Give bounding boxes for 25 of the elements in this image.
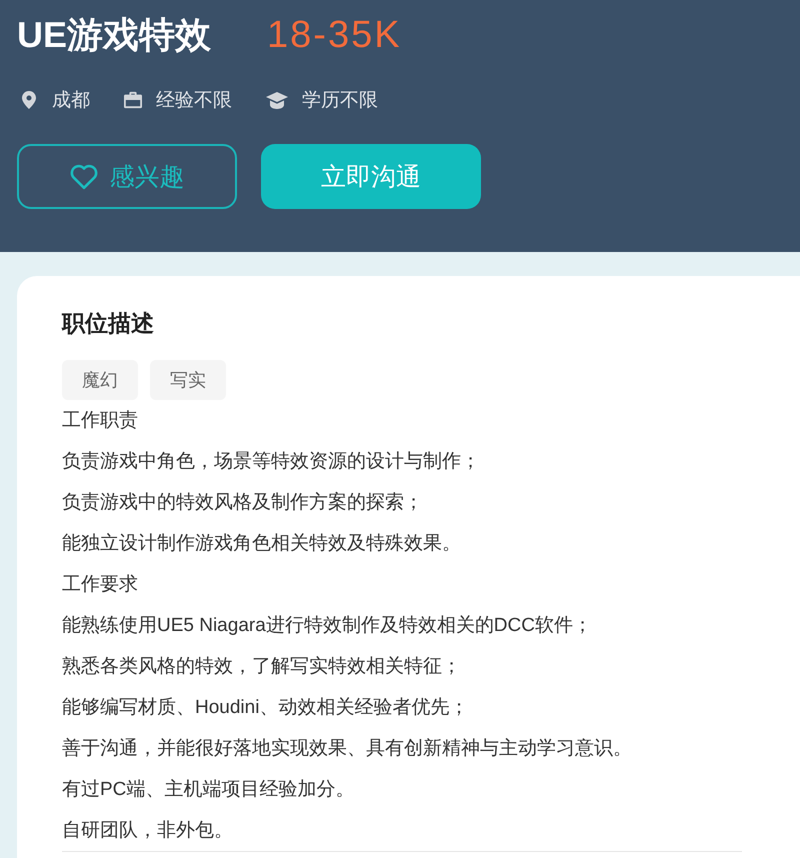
meta-label: 成都	[52, 89, 90, 113]
description-line: 工作要求	[62, 573, 139, 597]
description-line: 能够编写材质、Houdini、动效相关经验者优先；	[62, 696, 470, 720]
description-line: 熟悉各类风格的特效，了解写实特效相关特征；	[62, 655, 462, 679]
interest-button[interactable]: 感兴趣	[17, 144, 237, 209]
description-line: 工作职责	[62, 409, 139, 433]
job-title: UE游戏特效	[17, 12, 212, 56]
chat-button[interactable]: 立即沟通	[261, 144, 481, 209]
description-line: 善于沟通，并能很好落地实现效果、具有创新精神与主动学习意识。	[62, 736, 633, 761]
heart-icon	[70, 164, 98, 190]
description-line: 自研团队，非外包。	[62, 819, 234, 843]
tag: 写实	[150, 360, 226, 400]
section-heading: 职位描述	[62, 310, 155, 336]
briefcase-icon	[124, 91, 142, 109]
description-line: 能独立设计制作游戏角色相关特效及特殊效果。	[62, 532, 462, 556]
description-line: 能熟练使用UE5 Niagara进行特效制作及特效相关的DCC软件；	[62, 614, 593, 638]
description-line: 负责游戏中的特效风格及制作方案的探索；	[62, 490, 424, 515]
graduation-cap-icon	[266, 92, 288, 108]
salary-range: 18-35K	[267, 14, 402, 56]
meta-label: 学历不限	[302, 89, 378, 113]
tag: 魔幻	[62, 360, 138, 400]
meta-label: 经验不限	[156, 89, 232, 113]
description-line: 有过PC端、主机端项目经验加分。	[62, 778, 356, 802]
description-line: 负责游戏中角色，场景等特效资源的设计与制作；	[62, 450, 481, 474]
location-pin-icon	[20, 91, 38, 109]
